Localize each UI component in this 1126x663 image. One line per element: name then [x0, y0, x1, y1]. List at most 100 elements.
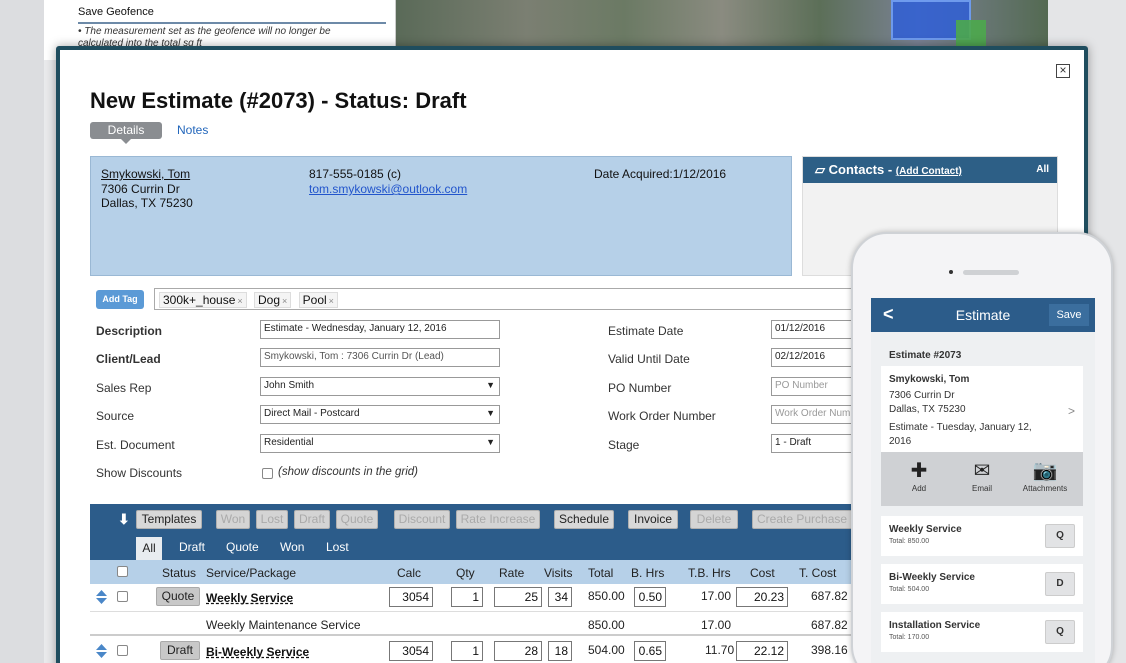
select-all-checkbox[interactable]	[117, 566, 128, 577]
mobile-client-card[interactable]: Smykowski, Tom 7306 Currin Dr Dallas, TX…	[881, 366, 1083, 452]
col-qty[interactable]: Qty	[456, 566, 475, 580]
mobile-email-action[interactable]: ✉ Email	[952, 458, 1012, 493]
draft-button[interactable]: Draft	[294, 510, 330, 529]
source-select[interactable]: Direct Mail - Postcard	[260, 405, 500, 424]
sales-rep-select[interactable]: John Smith	[260, 377, 500, 396]
col-visits[interactable]: Visits	[544, 566, 572, 580]
row-checkbox[interactable]	[117, 645, 128, 656]
mobile-header: < Estimate Save	[871, 298, 1095, 332]
mobile-status-badge[interactable]: D	[1045, 572, 1075, 596]
lost-button[interactable]: Lost	[256, 510, 288, 529]
tag-chip: Dog ×	[254, 292, 292, 308]
grid-toolbar: ⬇ Templates Won Lost Draft Quote Discoun…	[90, 504, 860, 560]
qty-input[interactable]: 1	[451, 587, 483, 607]
remove-tag-icon[interactable]: ×	[329, 296, 334, 306]
envelope-icon: ✉	[973, 460, 991, 482]
rate-input[interactable]: 28	[494, 641, 542, 661]
row-checkbox[interactable]	[117, 591, 128, 602]
col-tb-hrs[interactable]: T.B. Hrs	[688, 566, 731, 580]
est-document-select[interactable]: Residential	[260, 434, 500, 453]
rate-increase-button[interactable]: Rate Increase	[456, 510, 540, 529]
table-row[interactable]: Quote Weekly Service 3054 1 25 34 850.00…	[90, 584, 860, 612]
col-service[interactable]: Service/Package	[206, 566, 296, 580]
calc-input[interactable]: 3054	[389, 587, 433, 607]
stage-select[interactable]: 1 - Draft	[771, 434, 861, 453]
remove-tag-icon[interactable]: ×	[237, 296, 242, 306]
col-rate[interactable]: Rate	[499, 566, 524, 580]
client-lead-input[interactable]: Smykowski, Tom : 7306 Currin Dr (Lead)	[260, 348, 500, 367]
mobile-service-card[interactable]: Installation Service Total: 170.00 Q	[881, 612, 1083, 652]
mobile-estimate-desc2: 2016	[889, 436, 912, 447]
po-number-input[interactable]: PO Number	[771, 377, 861, 396]
tags-input[interactable]: 300k+_house × Dog × Pool ×	[154, 288, 864, 310]
filter-tab-draft[interactable]: Draft	[179, 540, 205, 554]
work-order-input[interactable]: Work Order Num	[771, 405, 861, 424]
close-icon[interactable]: ×	[1056, 64, 1070, 78]
filter-tab-quote[interactable]: Quote	[226, 540, 259, 554]
description-label: Description	[96, 324, 163, 338]
collapse-arrow-icon[interactable]: ⬇	[118, 511, 130, 528]
delete-button[interactable]: Delete	[690, 510, 738, 529]
templates-button[interactable]: Templates	[136, 510, 202, 529]
calc-input[interactable]: 3054	[389, 641, 433, 661]
quote-button[interactable]: Quote	[336, 510, 378, 529]
qty-input[interactable]: 1	[451, 641, 483, 661]
visits-input[interactable]: 18	[548, 641, 572, 661]
contacts-header: ▱ Contacts - (Add Contact) All	[803, 157, 1057, 183]
reorder-icon[interactable]	[96, 590, 107, 604]
mobile-status-badge[interactable]: Q	[1045, 524, 1075, 548]
invoice-button[interactable]: Invoice	[628, 510, 678, 529]
table-row[interactable]: Draft Bi-Weekly Service 3054 1 28 18 504…	[90, 638, 860, 663]
col-calc[interactable]: Calc	[397, 566, 421, 580]
reorder-icon[interactable]	[96, 644, 107, 658]
tab-notes[interactable]: Notes	[177, 123, 208, 137]
cost-input[interactable]: 22.12	[736, 641, 788, 661]
col-t-cost[interactable]: T. Cost	[799, 566, 836, 580]
chevron-right-icon[interactable]: >	[1068, 404, 1075, 418]
b-hrs-input[interactable]: 0.50	[634, 587, 666, 607]
rate-input[interactable]: 25	[494, 587, 542, 607]
add-contact-link[interactable]: (Add Contact)	[896, 166, 962, 177]
filter-tab-lost[interactable]: Lost	[326, 540, 349, 554]
tag-label: 300k+_house	[163, 293, 236, 307]
service-link[interactable]: Weekly Service	[206, 591, 293, 605]
valid-until-input[interactable]: 02/12/2016	[771, 348, 861, 367]
estimate-date-input[interactable]: 01/12/2016	[771, 320, 861, 339]
contacts-all-link[interactable]: All	[1036, 157, 1049, 183]
create-purchase-order-button[interactable]: Create Purchase O	[752, 510, 860, 529]
geofence-panel-title[interactable]: Save Geofence	[78, 6, 154, 18]
filter-tab-all[interactable]: All	[136, 537, 162, 560]
mobile-save-button[interactable]: Save	[1049, 304, 1089, 326]
mobile-add-action[interactable]: ✚ Add	[889, 458, 949, 493]
tb-hrs-value: 17.00	[701, 618, 732, 632]
description-input[interactable]: Estimate - Wednesday, January 12, 2016	[260, 320, 500, 339]
mobile-service-card[interactable]: Bi-Weekly Service Total: 504.00 D	[881, 564, 1083, 604]
visits-input[interactable]: 34	[548, 587, 572, 607]
mobile-status-badge[interactable]: Q	[1045, 620, 1075, 644]
b-hrs-input[interactable]: 0.65	[634, 641, 666, 661]
mobile-attachments-action[interactable]: 📷 Attachments	[1015, 458, 1075, 493]
client-name-link[interactable]: Smykowski, Tom	[101, 167, 190, 181]
client-email-link[interactable]: tom.smykowski@outlook.com	[309, 182, 467, 196]
col-cost[interactable]: Cost	[750, 566, 775, 580]
mobile-service-card[interactable]: Weekly Service Total: 850.00 Q	[881, 516, 1083, 556]
grid-header: Status Service/Package Calc Qty Rate Vis…	[90, 560, 860, 584]
col-status[interactable]: Status	[162, 566, 196, 580]
won-button[interactable]: Won	[216, 510, 250, 529]
mobile-estimate-desc1: Estimate - Tuesday, January 12,	[889, 422, 1032, 433]
work-order-label: Work Order Number	[608, 409, 716, 423]
client-phone: 817-555-0185 (c)	[309, 167, 402, 181]
service-link[interactable]: Bi-Weekly Service	[206, 645, 309, 659]
col-total[interactable]: Total	[588, 566, 613, 580]
tab-details[interactable]: Details	[90, 122, 162, 144]
col-b-hrs[interactable]: B. Hrs	[631, 566, 664, 580]
add-tag-button[interactable]: Add Tag	[96, 290, 144, 309]
filter-tab-won[interactable]: Won	[280, 540, 304, 554]
show-discounts-checkbox[interactable]	[262, 468, 273, 479]
remove-tag-icon[interactable]: ×	[282, 296, 287, 306]
schedule-button[interactable]: Schedule	[554, 510, 614, 529]
discount-button[interactable]: Discount	[394, 510, 450, 529]
cost-input[interactable]: 20.23	[736, 587, 788, 607]
status-button[interactable]: Quote	[156, 587, 200, 606]
status-button[interactable]: Draft	[160, 641, 200, 660]
